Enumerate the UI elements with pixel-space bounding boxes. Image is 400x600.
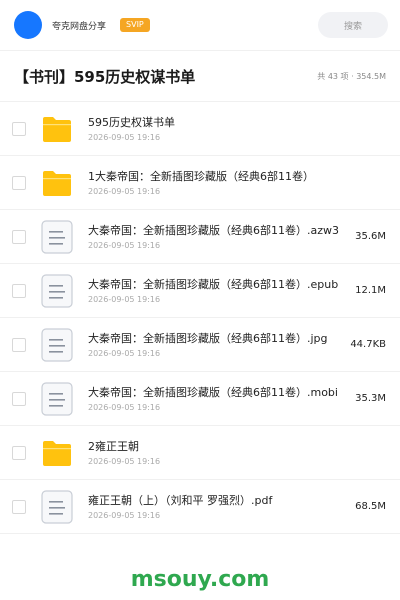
file-name: 2雍正王朝 <box>88 439 139 453</box>
avatar[interactable] <box>14 11 42 39</box>
top-header: 夸克网盘分享 SVIP 搜索 <box>0 0 400 51</box>
page-title: 【书刊】595历史权谋书单 <box>14 67 196 86</box>
search-placeholder: 搜索 <box>343 21 362 32</box>
search-input[interactable]: 搜索 <box>318 12 388 38</box>
file-size: 68.5M <box>355 501 386 512</box>
file-date: 2026-09-05 19:16 <box>88 456 161 466</box>
file-date: 2026-09-05 19:16 <box>88 294 161 304</box>
file-row-1[interactable]: 595历史权谋书单 2026-09-05 19:16 <box>0 102 400 156</box>
file-text: 2雍正王朝 2026-09-05 19:16 <box>88 439 378 467</box>
file-name: 大秦帝国：全新插图珍藏版（经典6部11卷）.mobi <box>88 385 338 399</box>
file-text: 1大秦帝国：全新插图珍藏版（经典6部11卷） 2026-09-05 19:16 <box>88 169 378 197</box>
file-size: 35.6M <box>355 231 386 242</box>
file-list: 595历史权谋书单 2026-09-05 19:16 1大秦帝国：全新插图珍藏版… <box>0 102 400 534</box>
file-date: 2026-09-05 19:16 <box>88 132 161 142</box>
file-date: 2026-09-05 19:16 <box>88 240 161 250</box>
svip-badge: SVIP <box>120 18 150 32</box>
file-text: 大秦帝国：全新插图珍藏版（经典6部11卷）.mobi 2026-09-05 19… <box>88 385 347 413</box>
file-name: 大秦帝国：全新插图珍藏版（经典6部11卷）.jpg <box>88 331 328 345</box>
row-checkbox[interactable] <box>12 391 26 406</box>
file-date: 2026-09-05 19:16 <box>88 348 161 358</box>
file-row-3[interactable]: 大秦帝国：全新插图珍藏版（经典6部11卷）.azw3 2026-09-05 19… <box>0 210 400 264</box>
document-icon <box>40 219 74 254</box>
watermark: msouy.com <box>130 567 270 592</box>
row-checkbox[interactable] <box>12 499 26 514</box>
file-name: 1大秦帝国：全新插图珍藏版（经典6部11卷） <box>88 169 314 183</box>
file-date: 2026-09-05 19:16 <box>88 510 161 520</box>
file-date: 2026-09-05 19:16 <box>88 402 161 412</box>
file-size: 35.3M <box>355 393 386 404</box>
file-name: 大秦帝国：全新插图珍藏版（经典6部11卷）.epub <box>88 277 339 291</box>
file-row-2[interactable]: 1大秦帝国：全新插图珍藏版（经典6部11卷） 2026-09-05 19:16 <box>0 156 400 210</box>
row-checkbox[interactable] <box>12 121 26 136</box>
row-checkbox[interactable] <box>12 229 26 244</box>
row-checkbox[interactable] <box>12 175 26 190</box>
title-row: 【书刊】595历史权谋书单 共 43 项 · 354.5M <box>0 51 400 102</box>
file-size: 12.1M <box>355 285 386 296</box>
file-text: 雍正王朝（上）（刘和平 罗强烈）.pdf 2026-09-05 19:16 <box>88 493 347 521</box>
file-text: 大秦帝国：全新插图珍藏版（经典6部11卷）.azw3 2026-09-05 19… <box>88 223 347 251</box>
file-name: 雍正王朝（上）（刘和平 罗强烈）.pdf <box>88 493 273 507</box>
file-text: 595历史权谋书单 2026-09-05 19:16 <box>88 115 378 143</box>
file-row-5[interactable]: 大秦帝国：全新插图珍藏版（经典6部11卷）.jpg 2026-09-05 19:… <box>0 318 400 372</box>
row-checkbox[interactable] <box>12 337 26 352</box>
file-row-7[interactable]: 2雍正王朝 2026-09-05 19:16 <box>0 426 400 480</box>
folder-icon <box>40 436 74 470</box>
folder-icon <box>40 166 74 200</box>
document-icon <box>40 327 74 362</box>
file-name: 大秦帝国：全新插图珍藏版（经典6部11卷）.azw3 <box>88 223 340 237</box>
folder-icon <box>40 112 74 146</box>
document-icon <box>40 273 74 308</box>
row-checkbox[interactable] <box>12 283 26 298</box>
share-label: 夸克网盘分享 <box>52 21 107 32</box>
file-row-6[interactable]: 大秦帝国：全新插图珍藏版（经典6部11卷）.mobi 2026-09-05 19… <box>0 372 400 426</box>
document-icon <box>40 381 74 416</box>
file-row-8[interactable]: 雍正王朝（上）（刘和平 罗强烈）.pdf 2026-09-05 19:16 68… <box>0 480 400 534</box>
file-size: 44.7KB <box>350 339 386 350</box>
row-checkbox[interactable] <box>12 445 26 460</box>
file-name: 595历史权谋书单 <box>88 115 175 129</box>
file-date: 2026-09-05 19:16 <box>88 186 161 196</box>
file-text: 大秦帝国：全新插图珍藏版（经典6部11卷）.epub 2026-09-05 19… <box>88 277 347 305</box>
file-text: 大秦帝国：全新插图珍藏版（经典6部11卷）.jpg 2026-09-05 19:… <box>88 331 342 359</box>
file-summary: 共 43 项 · 354.5M <box>317 71 386 81</box>
share-page: 夸克网盘分享 SVIP 搜索 【书刊】595历史权谋书单 共 43 项 · 35… <box>0 0 400 600</box>
file-row-4[interactable]: 大秦帝国：全新插图珍藏版（经典6部11卷）.epub 2026-09-05 19… <box>0 264 400 318</box>
document-icon <box>40 489 74 524</box>
